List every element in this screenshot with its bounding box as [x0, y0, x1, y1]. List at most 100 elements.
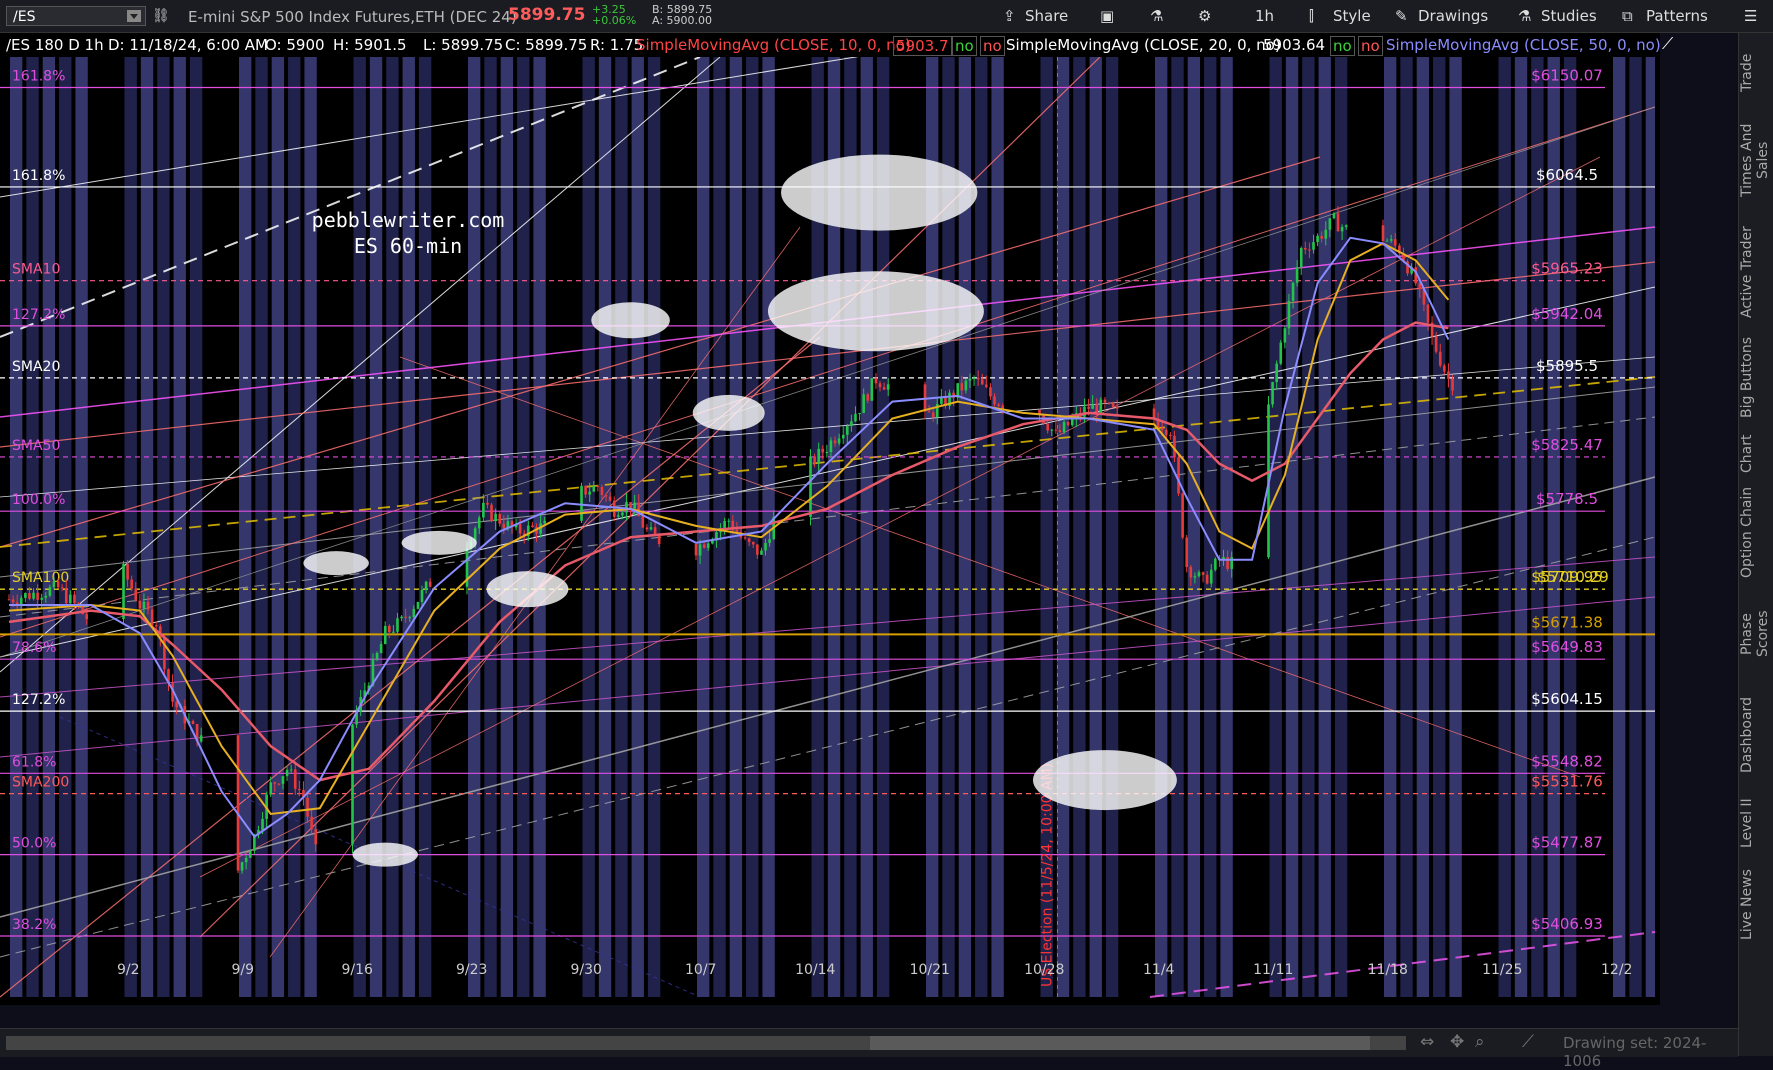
candle-body	[477, 517, 481, 529]
panel-tab-live-news[interactable]: Live News	[1739, 865, 1773, 945]
candle-body	[1283, 328, 1287, 343]
candle-body	[408, 617, 412, 619]
candle-body	[592, 485, 596, 492]
candle-body	[428, 581, 432, 587]
patterns-icon[interactable]: ⧉	[1622, 7, 1633, 25]
link-icon[interactable]: ⛓	[152, 8, 170, 24]
calendar-icon[interactable]: ▣	[1100, 7, 1114, 25]
candle-body	[1304, 248, 1307, 250]
pan-icon[interactable]: ✥	[1450, 1032, 1464, 1052]
level-left-label: SMA200	[12, 775, 69, 791]
bid-ask: B: 5899.75 A: 5900.00	[652, 4, 712, 26]
style-button[interactable]: Style	[1333, 7, 1371, 25]
candle-body	[1426, 304, 1430, 323]
site-watermark: pebblewriter.com	[312, 208, 505, 232]
highlight-ellipse	[591, 302, 670, 339]
session-band	[75, 57, 88, 997]
candle-body	[1316, 235, 1319, 243]
candle-body	[1336, 213, 1340, 232]
candle-body	[1107, 402, 1111, 404]
candle-body	[1275, 363, 1278, 383]
candle-body	[976, 378, 980, 380]
candle-body	[48, 587, 52, 596]
candle-body	[56, 581, 60, 588]
share-button[interactable]: Share	[1025, 7, 1068, 25]
candle-body	[1443, 365, 1446, 372]
candle-body	[751, 542, 755, 545]
x-tick-label: 9/16	[342, 962, 374, 978]
candle-body	[1083, 406, 1086, 417]
panel-tab-option-chain[interactable]: Option Chain	[1739, 485, 1773, 580]
flask-studies-icon[interactable]: ⚗	[1518, 7, 1531, 25]
candle-body	[1381, 225, 1385, 242]
session-band	[484, 57, 497, 997]
candle-body	[809, 456, 812, 518]
panel-tab-big-buttons[interactable]: Big Buttons	[1739, 333, 1773, 421]
candle-body	[878, 383, 882, 388]
chart-tools-icon[interactable]: ⟋	[1662, 34, 1692, 56]
panel-tab-level-ii[interactable]: Level II	[1739, 788, 1773, 858]
ask-value: A: 5900.00	[652, 14, 713, 27]
flask-icon[interactable]: ⚗	[1150, 7, 1163, 25]
candle-body	[702, 544, 706, 548]
timeframe-button[interactable]: 1h	[1255, 7, 1274, 25]
candle-body	[351, 724, 354, 845]
panel-tab-times-and-sales[interactable]: Times And Sales	[1739, 106, 1773, 214]
candle-body	[293, 769, 297, 789]
drawings-button[interactable]: Drawings	[1418, 7, 1488, 25]
menu-icon[interactable]: ☰	[1744, 7, 1757, 25]
patterns-button[interactable]: Patterns	[1646, 7, 1708, 25]
candle-body	[52, 581, 56, 588]
candle-body	[314, 829, 317, 845]
symbol-selector[interactable]: /ES	[6, 6, 146, 26]
study-info-bar: /ES 180 D 1h D: 11/18/24, 6:00 AM O: 590…	[0, 33, 1661, 57]
candle-body	[543, 520, 546, 524]
zoom-out-icon[interactable]: ⇔	[1420, 1032, 1434, 1052]
highlight-ellipse	[486, 571, 569, 608]
bar-low: L: 5899.75	[423, 36, 504, 54]
candle-body	[175, 701, 178, 708]
drawing-set-label[interactable]: Drawing set: 2024-1006	[1563, 1034, 1738, 1070]
zoom-icon[interactable]: ⌕	[1475, 1032, 1485, 1052]
candle-body	[40, 597, 44, 600]
candle-body	[236, 735, 240, 871]
price-chart[interactable]: 161.8% $6150.07 161.8% $6064.5 SMA10 $5965.23…	[0, 57, 1660, 1005]
candle-body	[1193, 576, 1197, 578]
candle-body	[244, 857, 248, 863]
x-tick-label: 9/30	[571, 962, 602, 978]
studies-button[interactable]: Studies	[1541, 7, 1597, 25]
candle-body	[273, 782, 277, 784]
panel-tab-chart[interactable]: Chart	[1739, 426, 1773, 481]
drawing-tool-icon[interactable]: ⟋	[1522, 1032, 1534, 1052]
candle-body	[310, 816, 313, 830]
sma10-value: 5903.7	[893, 36, 952, 56]
panel-tab-trade[interactable]: Trade	[1739, 45, 1773, 100]
candle-body	[138, 600, 142, 609]
session-band	[1302, 57, 1315, 997]
session-band	[1433, 57, 1446, 997]
pencil-icon[interactable]: ✎	[1395, 7, 1408, 25]
bottom-bar: ⇔ ✥ ⌕ ⟋ Drawing set: 2024-1006	[0, 1028, 1738, 1070]
chevron-down-icon[interactable]	[127, 10, 141, 22]
gear-icon[interactable]: ⚙	[1198, 7, 1211, 25]
scrollbar-thumb[interactable]	[870, 1036, 1370, 1050]
candle-body	[248, 850, 252, 858]
panel-tab-active-trader[interactable]: Active Trader	[1739, 225, 1773, 320]
candle-body	[289, 769, 293, 771]
candle-body	[298, 788, 301, 790]
panel-tab-dashboard[interactable]: Dashboard	[1739, 693, 1773, 778]
candle-body	[706, 543, 710, 548]
candle-body	[1177, 457, 1180, 494]
panel-tab-phase-scores[interactable]: Phase Scores	[1739, 588, 1773, 680]
candle-body	[837, 438, 841, 444]
session-band	[1563, 57, 1577, 997]
share-icon[interactable]: ⇪	[1003, 7, 1016, 25]
session-band	[1318, 57, 1331, 997]
candle-body	[858, 413, 861, 415]
x-tick-label: 11/4	[1143, 962, 1175, 978]
bar-date: D: 11/18/24, 6:00 AM	[108, 36, 268, 54]
candle-icon[interactable]: ⫿	[1309, 7, 1314, 25]
session-band	[1155, 57, 1168, 997]
highlight-ellipse	[401, 530, 477, 555]
candle-body	[134, 588, 138, 601]
